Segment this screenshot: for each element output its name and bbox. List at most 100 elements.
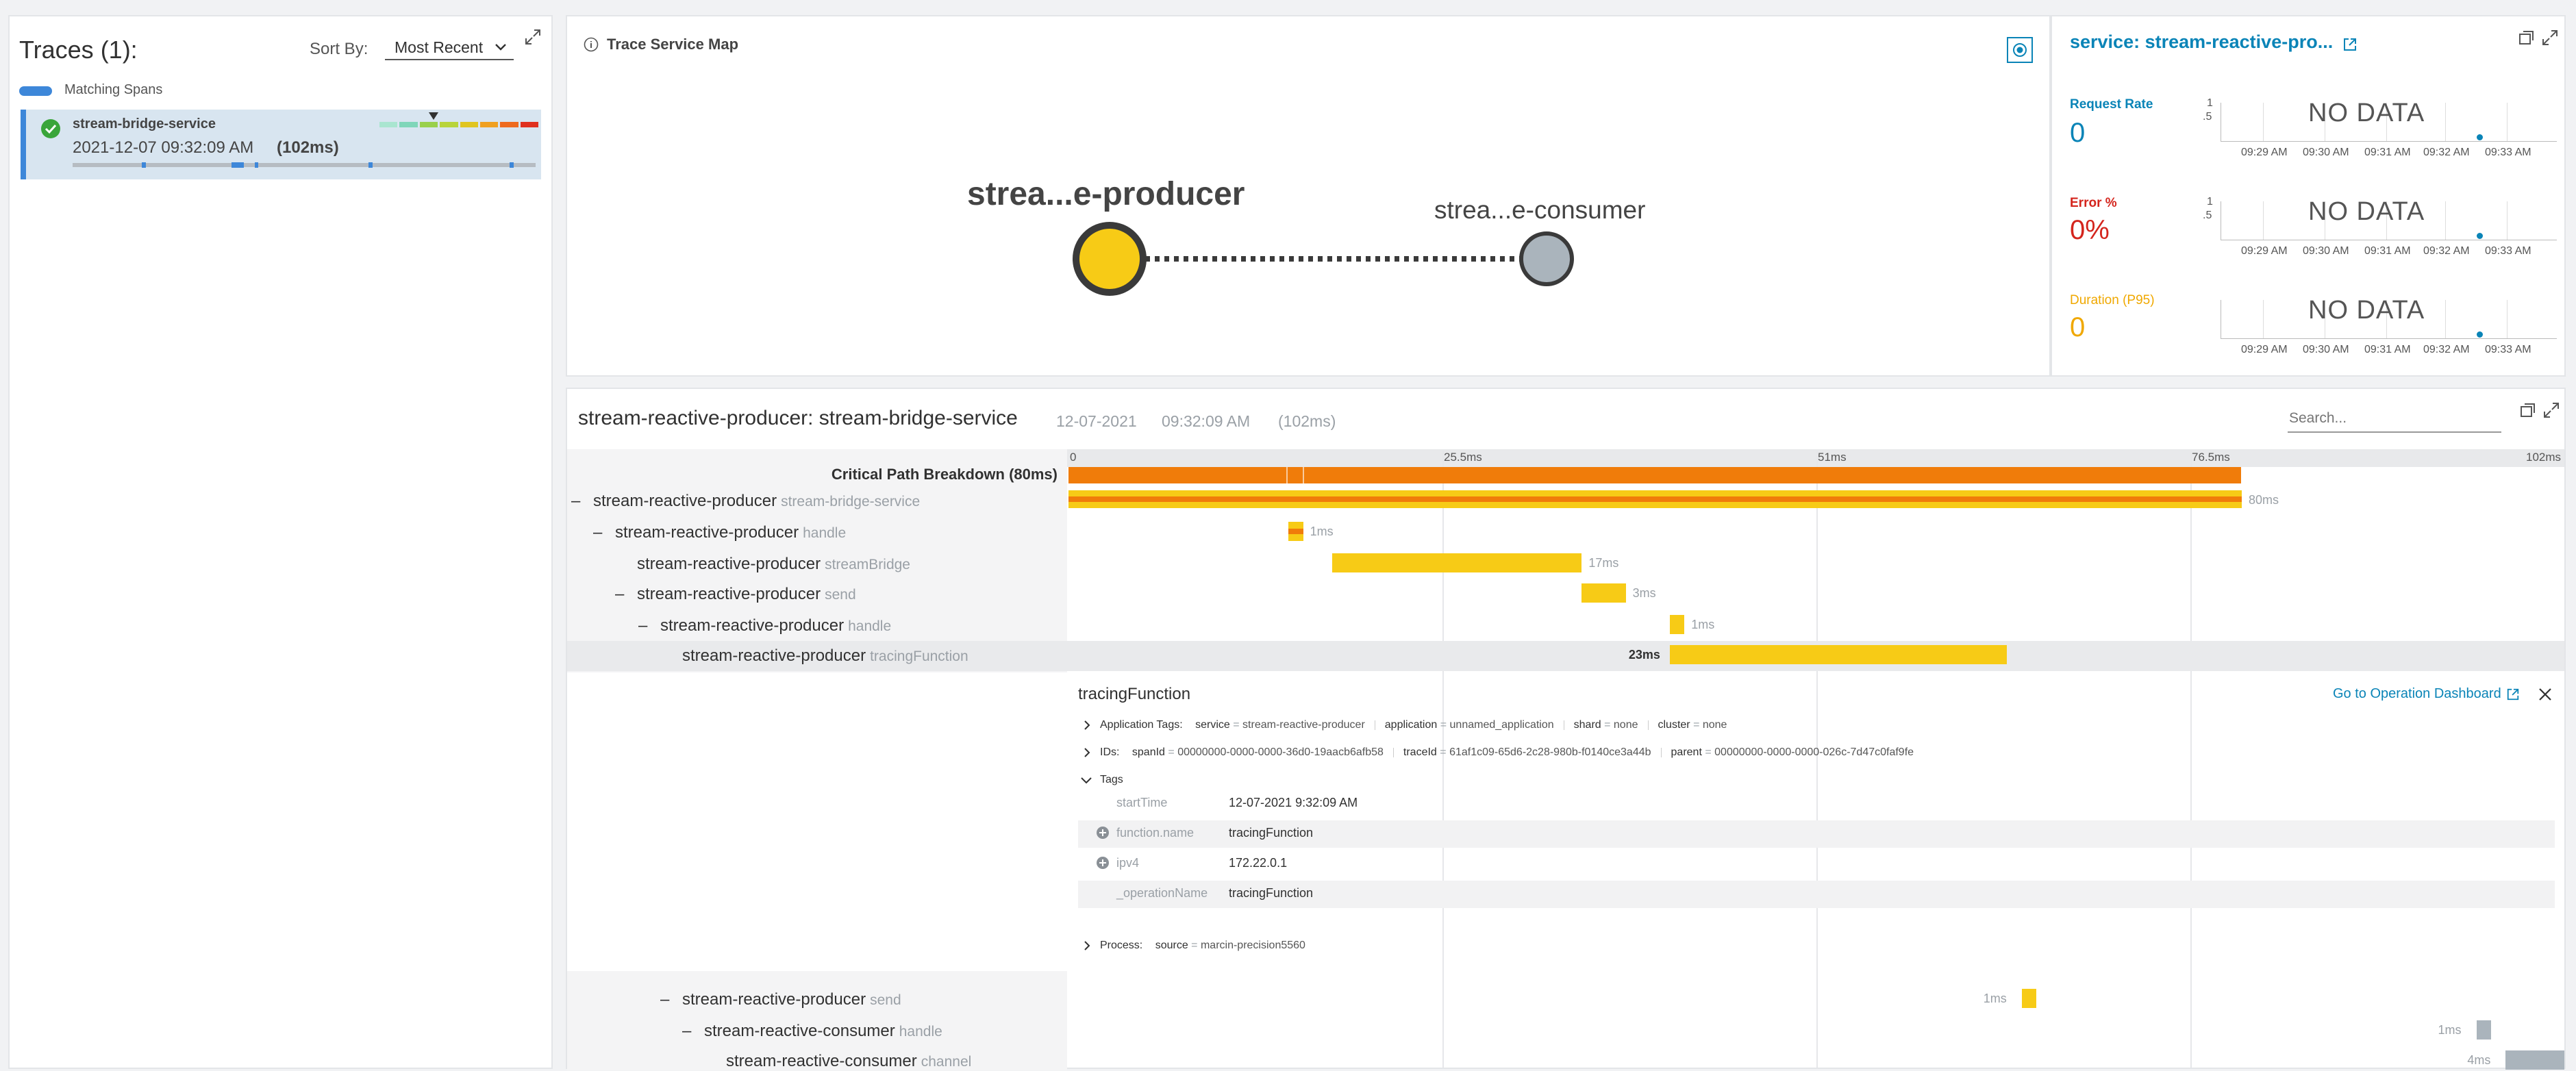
tag-value: 12-07-2021 9:32:09 AM: [1229, 796, 1358, 809]
chevron-right-icon[interactable]: [1082, 748, 1092, 757]
kv-value: 00000000-0000-0000-026c-7d47c0faf9fe: [1714, 746, 1914, 758]
chevron-down-icon[interactable]: [1081, 775, 1092, 785]
x-tick: 09:29 AM: [2241, 344, 2288, 355]
service-title-link[interactable]: service: stream-reactive-pro...: [2070, 32, 2358, 53]
collapse-toggle[interactable]: –: [638, 616, 660, 635]
span-row-label[interactable]: – stream-reactive-producer handle: [638, 616, 891, 635]
timeline-gridline: [1816, 451, 1818, 1068]
span-duration: 1ms: [1310, 525, 1334, 538]
tag-value: 172.22.0.1: [1229, 856, 1288, 870]
kv-value: 00000000-0000-0000-36d0-19aacb6afb58: [1177, 746, 1384, 758]
timeline-header: [1067, 449, 2564, 467]
span-bar[interactable]: [1669, 615, 1685, 634]
span-service: stream-reactive-producer: [637, 555, 821, 573]
trace-time: 09:32:09 AM: [1162, 412, 1251, 430]
x-tick: 09:33 AM: [2485, 147, 2531, 158]
operation-dashboard-link[interactable]: Go to Operation Dashboard: [2333, 686, 2520, 702]
trace-detail-panel: stream-reactive-producer: stream-bridge-…: [566, 388, 2566, 1071]
error-label: Error %: [2070, 196, 2117, 210]
add-filter-icon[interactable]: [1096, 856, 1110, 870]
duration-label: Duration (P95): [2070, 293, 2155, 307]
timeline-tick: 76.5ms: [2192, 451, 2230, 464]
span-bar[interactable]: [2476, 1020, 2491, 1040]
span-bar[interactable]: [1669, 645, 2008, 664]
span-detail-title: tracingFunction: [1078, 685, 1191, 703]
producer-node[interactable]: [1073, 222, 1147, 296]
span-bar[interactable]: [1068, 490, 2242, 508]
key-value-pair: source = marcin-precision5560: [1155, 940, 1305, 951]
span-row-label[interactable]: stream-reactive-producer streamBridge: [615, 555, 910, 574]
service-metrics-panel: service: stream-reactive-pro... Request …: [2051, 15, 2566, 377]
span-row-label[interactable]: stream-reactive-producer tracingFunction: [660, 646, 968, 666]
x-tick: 09:31 AM: [2364, 245, 2411, 257]
tag-key: _operationName: [1116, 886, 1208, 900]
duration-chart: NO DATA 09:29 AM 09:30 AM 09:31 AM 09:32…: [2196, 294, 2559, 363]
critical-path-bar: [1068, 467, 2241, 483]
chevron-right-icon[interactable]: [1082, 941, 1092, 950]
chevron-down-icon: [495, 41, 507, 53]
span-row-label[interactable]: – stream-reactive-producer handle: [593, 523, 846, 542]
span-duration: 1ms: [1983, 992, 2007, 1005]
no-data-text: NO DATA: [2308, 296, 2425, 325]
kv-key: parent: [1671, 746, 1702, 758]
popout-icon[interactable]: [2518, 29, 2536, 47]
expand-icon[interactable]: [2542, 401, 2560, 419]
span-bar[interactable]: [2505, 1050, 2564, 1070]
key-value-pair: cluster = none: [1658, 719, 1727, 731]
span-operation: send: [870, 992, 901, 1008]
x-tick: 09:30 AM: [2303, 344, 2349, 355]
kv-key: cluster: [1658, 719, 1690, 731]
ids-label: IDs:: [1100, 746, 1120, 758]
collapse-toggle[interactable]: –: [615, 585, 637, 604]
x-tick: 09:30 AM: [2303, 147, 2349, 158]
sort-select[interactable]: Most Recent: [385, 36, 514, 60]
tag-key: ipv4: [1116, 856, 1140, 870]
collapse-toggle[interactable]: –: [660, 990, 682, 1009]
x-tick: 09:32 AM: [2423, 147, 2470, 158]
chevron-right-icon[interactable]: [1082, 720, 1092, 730]
span-bar[interactable]: [1288, 522, 1303, 541]
kv-key: source: [1155, 940, 1188, 951]
kv-key: shard: [1573, 719, 1601, 731]
close-icon[interactable]: [2537, 686, 2553, 703]
expand-icon[interactable]: [523, 27, 542, 47]
timeline-gridline: [1442, 451, 1444, 1068]
span-duration: 80ms: [2248, 493, 2279, 507]
traces-title: Traces (1):: [19, 36, 138, 64]
span-duration: 17ms: [1588, 556, 1619, 570]
span-service: stream-reactive-consumer: [726, 1052, 917, 1070]
span-row-label[interactable]: – stream-reactive-producer send: [660, 990, 901, 1009]
consumer-node[interactable]: [1519, 231, 1574, 286]
span-service: stream-reactive-consumer: [704, 1022, 895, 1040]
span-row-label[interactable]: – stream-reactive-producer stream-bridge-s…: [571, 492, 920, 511]
trace-duration: (102ms): [1278, 412, 1336, 430]
x-tick: 09:29 AM: [2241, 147, 2288, 158]
collapse-toggle[interactable]: –: [682, 1022, 704, 1041]
span-row-label[interactable]: – stream-reactive-consumer handle: [682, 1022, 942, 1041]
heat-marker-icon: [429, 112, 438, 120]
popout-icon[interactable]: [2519, 401, 2537, 419]
add-filter-icon[interactable]: [1096, 826, 1110, 840]
span-operation: handle: [803, 525, 847, 541]
tag-key: function.name: [1116, 826, 1195, 840]
trace-list-item[interactable]: stream-bridge-service 2021-12-07 09:32:0…: [21, 110, 541, 179]
x-tick: 09:33 AM: [2485, 245, 2531, 257]
span-row-label[interactable]: stream-reactive-consumer channel: [704, 1052, 971, 1071]
search-input[interactable]: [2288, 405, 2501, 433]
ids-row: IDs: spanId = 00000000-0000-0000-36d0-19…: [1100, 746, 1914, 759]
span-bar[interactable]: [2021, 989, 2037, 1008]
span-bar[interactable]: [1332, 553, 1582, 572]
collapse-toggle[interactable]: –: [593, 523, 615, 542]
expand-icon[interactable]: [2541, 29, 2559, 47]
span-row-label[interactable]: – stream-reactive-producer send: [615, 585, 856, 604]
success-check-icon: [41, 119, 60, 138]
span-service: stream-reactive-producer: [682, 646, 866, 665]
x-tick: 09:31 AM: [2364, 147, 2411, 158]
trace-duration: (102ms): [277, 138, 339, 157]
critical-path-label: Critical Path Breakdown (80ms): [831, 466, 1058, 483]
sort-label: Sort By:: [310, 40, 368, 58]
y-tick: 1: [2207, 97, 2213, 109]
collapse-toggle[interactable]: –: [571, 492, 593, 511]
key-value-pair: spanId = 00000000-0000-0000-36d0-19aacb6…: [1131, 746, 1384, 758]
span-bar[interactable]: [1581, 583, 1626, 603]
